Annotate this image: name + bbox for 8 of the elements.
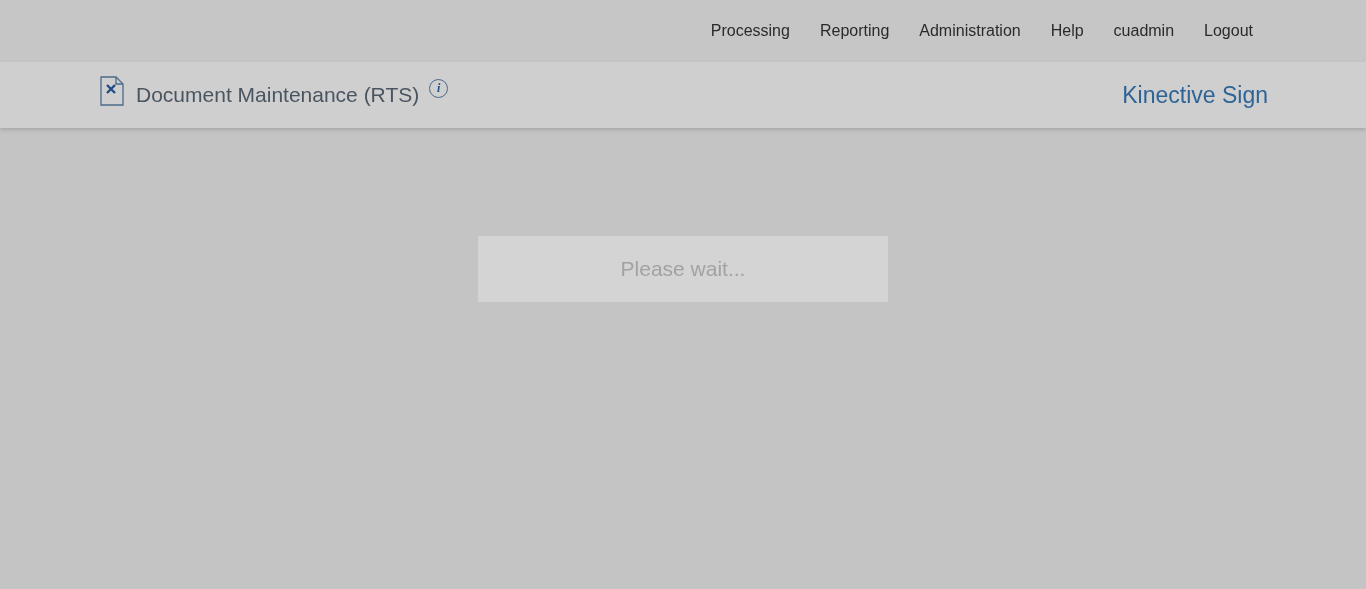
- nav-link[interactable]: Administration: [919, 22, 1021, 40]
- brand-name: Kinective Sign: [1122, 81, 1268, 109]
- nav-link[interactable]: cuadmin: [1113, 22, 1175, 40]
- nav-link[interactable]: Logout: [1204, 22, 1253, 40]
- nav-link[interactable]: Reporting: [819, 22, 890, 40]
- page-title: Document Maintenance (RTS): [136, 83, 420, 107]
- nav-link[interactable]: Help: [1050, 22, 1084, 40]
- nav-link[interactable]: Processing: [710, 22, 790, 40]
